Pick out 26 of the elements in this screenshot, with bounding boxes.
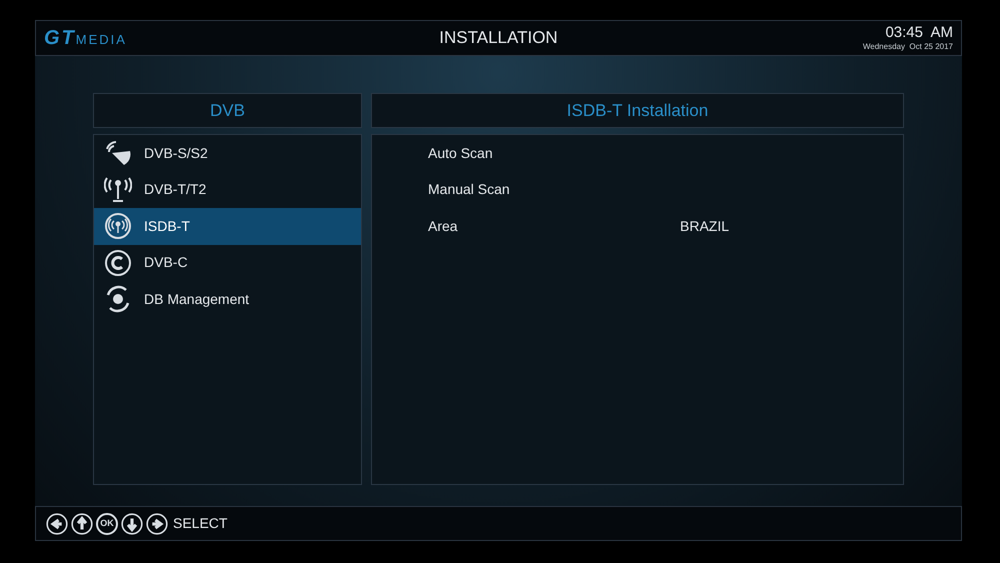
clock-date: Wednesday Oct 25 2017 (862, 43, 953, 51)
menu-item[interactable]: DVB-S/S2 (94, 135, 361, 172)
clock-time: 03:45 AM (885, 25, 953, 40)
broadcast-icon (104, 212, 132, 240)
satellite-dish-icon (104, 139, 132, 168)
arrow-up-icon (71, 512, 93, 534)
arrow-left-icon (46, 512, 68, 534)
page-title: INSTALLATION (438, 27, 559, 50)
arrow-right-icon (146, 512, 168, 534)
settings-row[interactable]: Auto Scan (372, 135, 903, 172)
antenna-icon (104, 176, 132, 204)
sidebar-header: DVB (93, 93, 362, 128)
ok-key: OK (96, 512, 118, 534)
menu-item[interactable]: DVB-C (94, 244, 361, 281)
settings-row[interactable]: Area BRAZIL (372, 208, 903, 244)
arrow-down-icon (121, 512, 143, 534)
refresh-icon (104, 285, 132, 314)
hint-text: SELECT (173, 514, 228, 533)
menu-item[interactable]: ISDB-T (94, 208, 361, 244)
logo-text: GT (44, 26, 76, 51)
menu-item[interactable]: DB Management (94, 281, 361, 318)
logo-text: MEDIA (76, 31, 127, 49)
copyright-icon (104, 248, 132, 277)
menu-item[interactable]: DVB-T/T2 (94, 172, 361, 208)
panel-header: ISDB-T Installation (371, 93, 904, 128)
settings-row[interactable]: Manual Scan (372, 172, 903, 208)
